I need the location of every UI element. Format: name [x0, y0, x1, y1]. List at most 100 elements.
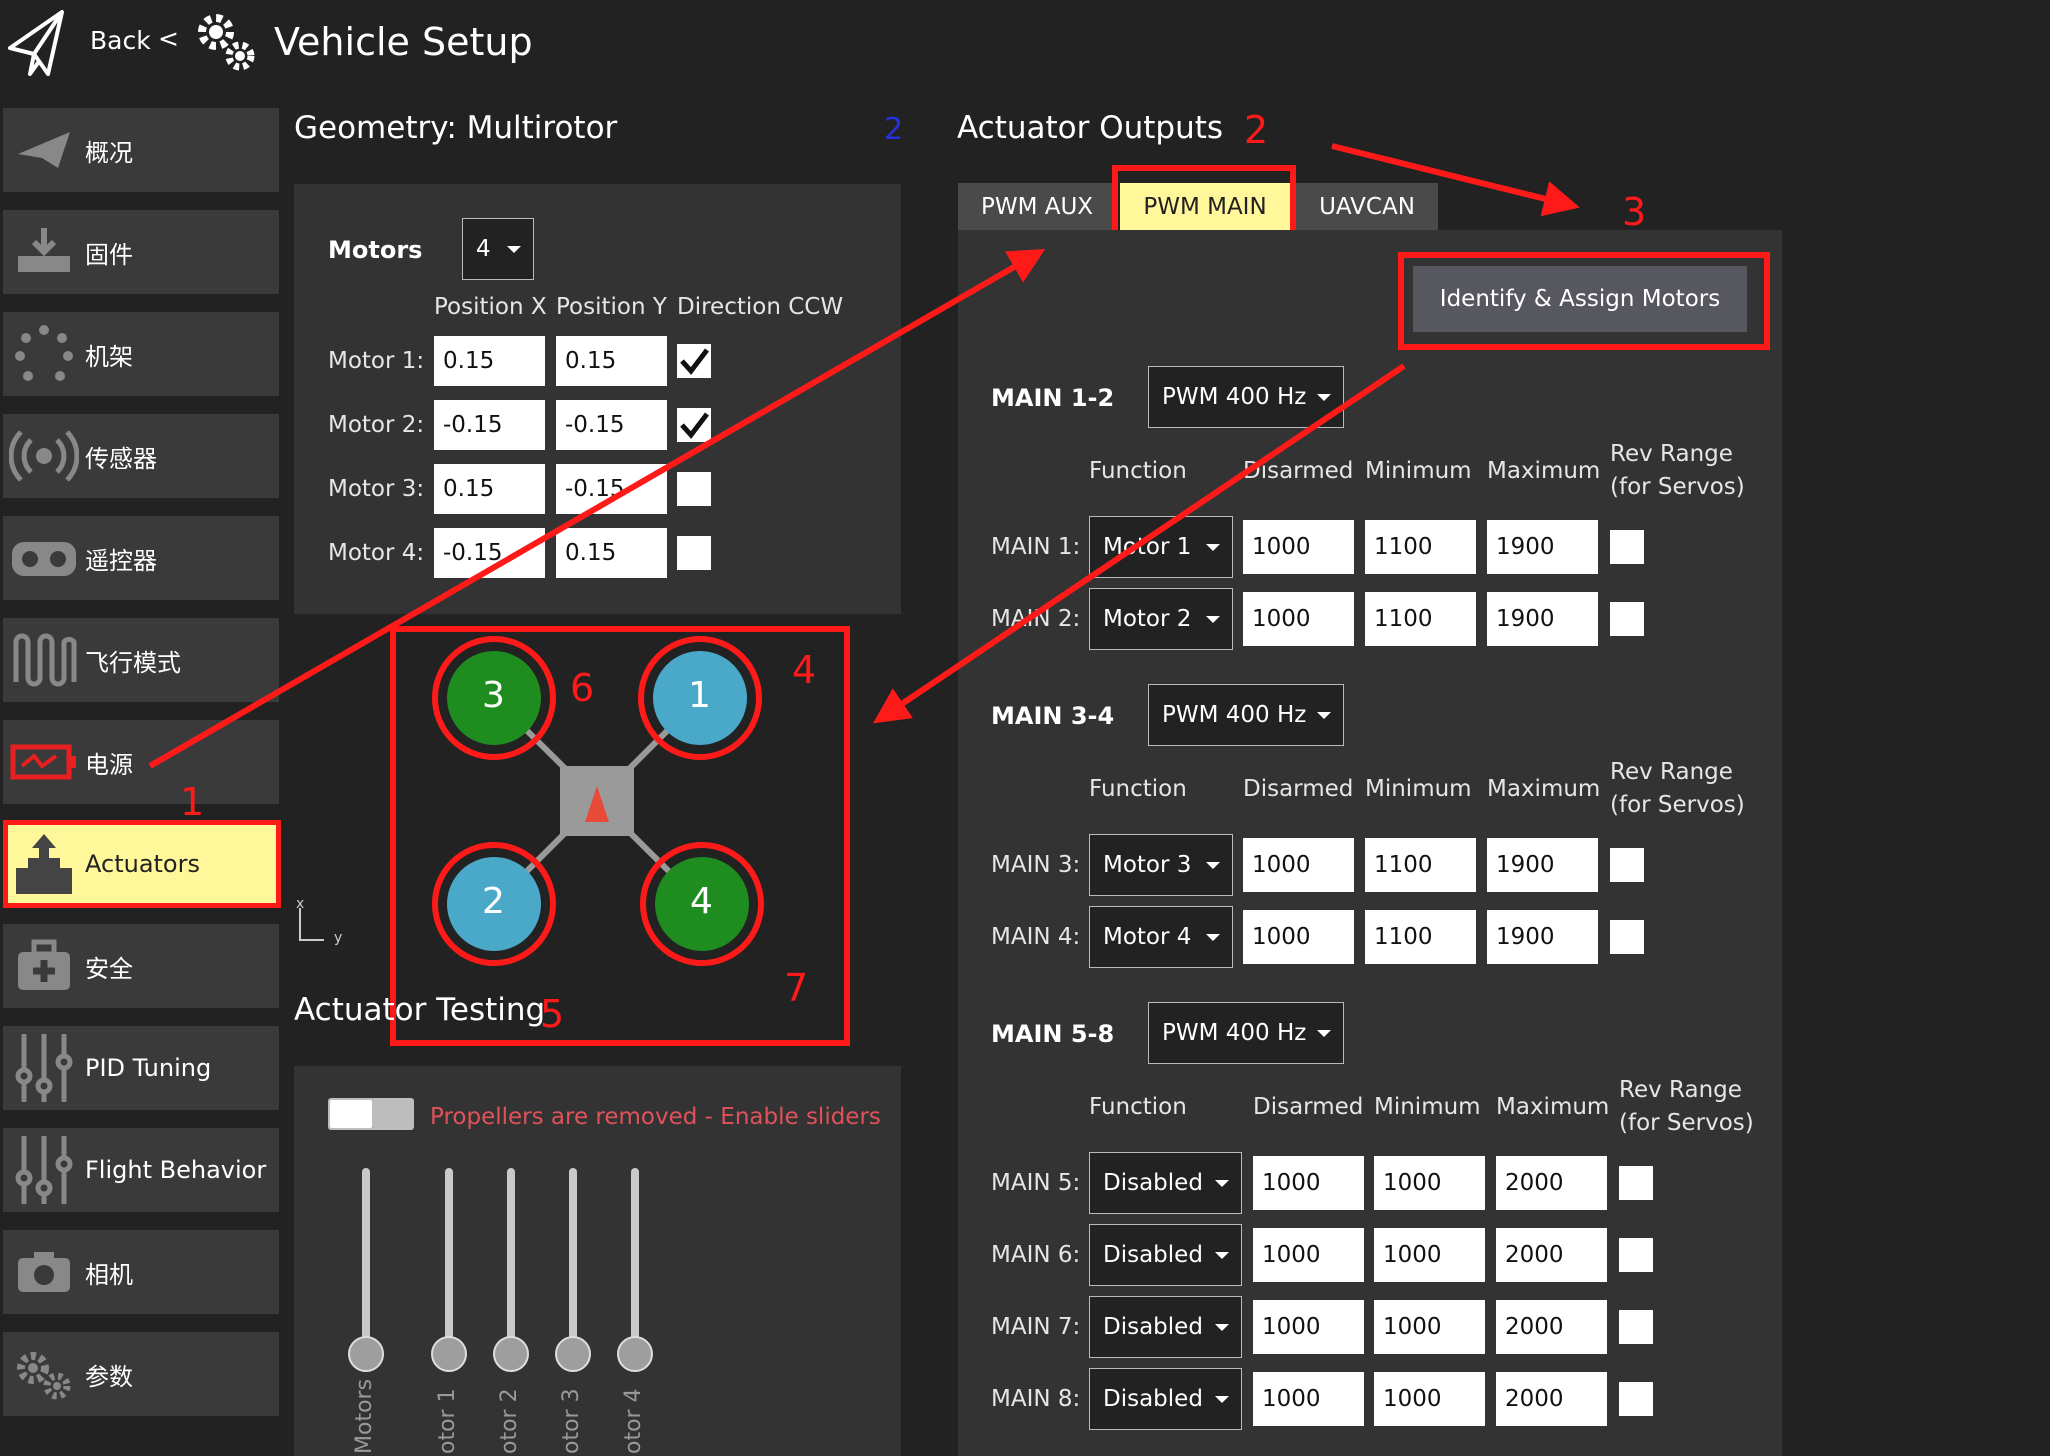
top-bar: Back < Vehicle Setup — [0, 0, 2050, 95]
rev-range-checkbox[interactable] — [1619, 1238, 1653, 1272]
tab-uavcan[interactable]: UAVCAN — [1296, 183, 1438, 230]
position-x-input[interactable]: -0.15 — [434, 400, 545, 450]
sidebar-item-flight-behavior[interactable]: Flight Behavior — [3, 1128, 279, 1212]
sidebar-item-label: 安全 — [85, 954, 133, 983]
function-select[interactable]: Disabled — [1089, 1152, 1242, 1214]
pwm-rate-select[interactable]: PWM 400 Hz — [1148, 366, 1344, 428]
tab-pwm-aux[interactable]: PWM AUX — [958, 183, 1116, 230]
function-select[interactable]: Motor 4 — [1089, 906, 1233, 968]
sidebar-item-parameters[interactable]: 参数 — [3, 1332, 279, 1416]
slider-knob[interactable] — [555, 1336, 591, 1372]
direction-ccw-checkbox[interactable] — [677, 536, 711, 570]
maximum-input[interactable]: 2000 — [1496, 1228, 1607, 1282]
pwm-rate-select[interactable]: PWM 400 Hz — [1148, 684, 1344, 746]
back-button[interactable]: Back — [90, 26, 151, 55]
pwm-rate-value: PWM 400 Hz — [1162, 384, 1307, 410]
minimum-input[interactable]: 1000 — [1374, 1300, 1485, 1354]
position-y-input[interactable]: 0.15 — [556, 528, 667, 578]
chevron-down-icon — [1206, 616, 1220, 623]
disarmed-input[interactable]: 1000 — [1243, 838, 1354, 892]
sidebar-item-overview[interactable]: 概况 — [3, 108, 279, 192]
position-y-input[interactable]: -0.15 — [556, 464, 667, 514]
function-select[interactable]: Disabled — [1089, 1368, 1242, 1430]
minimum-input[interactable]: 1000 — [1374, 1372, 1485, 1426]
annotation-label: 2 — [1244, 108, 1269, 152]
maximum-input[interactable]: 1900 — [1487, 592, 1598, 646]
position-x-input[interactable]: 0.15 — [434, 464, 545, 514]
disarmed-input[interactable]: 1000 — [1253, 1300, 1364, 1354]
sidebar-item-power[interactable]: 电源 — [3, 720, 279, 804]
maximum-input[interactable]: 2000 — [1496, 1300, 1607, 1354]
sidebar-item-flight-modes[interactable]: 飞行模式 — [3, 618, 279, 702]
chevron-down-icon — [1215, 1396, 1229, 1403]
sidebar-item-pid-tuning[interactable]: PID Tuning — [3, 1026, 279, 1110]
sidebar-item-safety[interactable]: 安全 — [3, 924, 279, 1008]
slider-knob[interactable] — [617, 1336, 653, 1372]
rev-range-checkbox[interactable] — [1619, 1310, 1653, 1344]
slider-label: Motors — [352, 1378, 377, 1454]
minimum-input[interactable]: 1000 — [1374, 1156, 1485, 1210]
direction-ccw-checkbox[interactable] — [677, 408, 711, 442]
position-y-input[interactable]: 0.15 — [556, 336, 667, 386]
disarmed-input[interactable]: 1000 — [1253, 1372, 1364, 1426]
maximum-input[interactable]: 2000 — [1496, 1156, 1607, 1210]
column-header-function: Function — [1089, 776, 1187, 802]
slider-track — [362, 1168, 370, 1358]
minimum-input[interactable]: 1100 — [1365, 910, 1476, 964]
maximum-input[interactable]: 1900 — [1487, 838, 1598, 892]
maximum-input[interactable]: 2000 — [1496, 1372, 1607, 1426]
sidebar-item-camera[interactable]: 相机 — [3, 1230, 279, 1314]
column-header-rev-range-sub: (for Servos) — [1619, 1110, 1754, 1136]
geometry-title: Geometry: Multirotor — [294, 110, 618, 146]
sidebar-item-airframe[interactable]: 机架 — [3, 312, 279, 396]
disarmed-input[interactable]: 1000 — [1243, 910, 1354, 964]
slider-knob[interactable] — [431, 1336, 467, 1372]
annotation-label: 1 — [180, 780, 205, 824]
chevron-down-icon — [1215, 1252, 1229, 1259]
chevron-down-icon — [1206, 862, 1220, 869]
disarmed-input[interactable]: 1000 — [1253, 1228, 1364, 1282]
rev-range-checkbox[interactable] — [1610, 602, 1644, 636]
sidebar-item-sensors[interactable]: 传感器 — [3, 414, 279, 498]
rev-range-checkbox[interactable] — [1610, 530, 1644, 564]
function-select[interactable]: Disabled — [1089, 1224, 1242, 1286]
direction-ccw-checkbox[interactable] — [677, 344, 711, 378]
column-header-minimum: Minimum — [1365, 458, 1472, 484]
disarmed-input[interactable]: 1000 — [1243, 592, 1354, 646]
function-select[interactable]: Motor 1 — [1089, 516, 1233, 578]
rev-range-checkbox[interactable] — [1610, 920, 1644, 954]
position-x-input[interactable]: -0.15 — [434, 528, 545, 578]
output-row-label: MAIN 8: — [991, 1386, 1081, 1412]
sidebar-item-label: 固件 — [85, 240, 133, 269]
radio-waves-icon — [3, 414, 85, 498]
paper-plane-icon[interactable] — [8, 8, 64, 78]
position-y-input[interactable]: -0.15 — [556, 400, 667, 450]
minimum-input[interactable]: 1100 — [1365, 520, 1476, 574]
enable-sliders-label: Propellers are removed - Enable sliders — [430, 1104, 881, 1130]
disarmed-input[interactable]: 1000 — [1253, 1156, 1364, 1210]
sidebar-item-firmware[interactable]: 固件 — [3, 210, 279, 294]
output-row-label: MAIN 7: — [991, 1314, 1081, 1340]
enable-sliders-switch[interactable] — [328, 1098, 414, 1130]
function-select[interactable]: Motor 3 — [1089, 834, 1233, 896]
function-select[interactable]: Disabled — [1089, 1296, 1242, 1358]
minimum-input[interactable]: 1100 — [1365, 838, 1476, 892]
rev-range-checkbox[interactable] — [1610, 848, 1644, 882]
slider-track — [445, 1168, 453, 1358]
rev-range-checkbox[interactable] — [1619, 1166, 1653, 1200]
slider-knob[interactable] — [493, 1336, 529, 1372]
minimum-input[interactable]: 1000 — [1374, 1228, 1485, 1282]
motors-count-select[interactable]: 4 — [462, 218, 534, 280]
function-select[interactable]: Motor 2 — [1089, 588, 1233, 650]
sidebar-item-radio[interactable]: 遥控器 — [3, 516, 279, 600]
maximum-input[interactable]: 1900 — [1487, 520, 1598, 574]
maximum-input[interactable]: 1900 — [1487, 910, 1598, 964]
position-x-input[interactable]: 0.15 — [434, 336, 545, 386]
rev-range-checkbox[interactable] — [1619, 1382, 1653, 1416]
slider-knob[interactable] — [348, 1336, 384, 1372]
pwm-rate-select[interactable]: PWM 400 Hz — [1148, 1002, 1344, 1064]
minimum-input[interactable]: 1100 — [1365, 592, 1476, 646]
direction-ccw-checkbox[interactable] — [677, 472, 711, 506]
slider-label: otor 1 — [435, 1388, 460, 1454]
disarmed-input[interactable]: 1000 — [1243, 520, 1354, 574]
